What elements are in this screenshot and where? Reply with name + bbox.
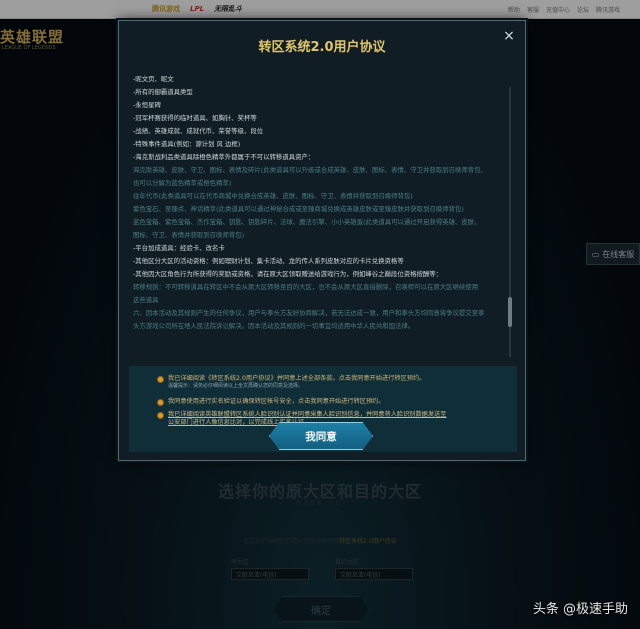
agreement-line: -永恒星碑 [133,101,161,109]
consent-label: 我同意使用进行实名验证以确保转区帐号安全，点击我同意开始进行转区预约。 [168,398,385,405]
agreement-line: 图标、守卫、表情并获取到召唤师背包) [133,231,245,239]
agreement-line: 这些道具 [133,296,159,304]
agree-button[interactable]: 我同意 [269,422,373,450]
consent-label: 我已详细阅读《转区系统2.0用户协议》并同意上述全部条款。点击我同意开始进行转区… [168,375,426,382]
agreement-line: -其他因大区角色行为所获得的奖励或资格，请在原大区领取赠送给游戏行为，例如峰谷之… [133,270,443,278]
checked-radio-icon [157,376,164,383]
consent-label: 我已详细阅读英雄联盟转区系统人脸识别认证并同意采集人脸识别信息，并同意将人脸识别… [168,411,447,418]
agreement-line: 六、因本活动及其规则产生的任何争议，用户与拳头方友好协商解决，若无法达成一致，用… [133,309,485,317]
agreement-line: 紫色宝石、至臻点、神话精萃(此类道具可以通过神秘合成或至臻商城兑换成英雄皮肤或至… [133,205,464,213]
checked-radio-icon [157,399,164,406]
agreement-line: -海克斯战利品类道具除橙色精萃外都属于不可以转移道具资产： [133,153,315,161]
agreement-line: 转移规则：不可转移道具在转区中不会从原大区转移至目的大区，也不会从原大区直接删除… [133,283,479,291]
consent-checkbox-agreement[interactable]: 我已详细阅读《转区系统2.0用户协议》并同意上述全部条款。点击我同意开始进行转区… [157,375,477,390]
consent-hint: 温馨提示：请务必仔细阅读以上全文再确认您的同意及选择。 [168,383,304,389]
agreement-line: 往年代币(此类道具可以在代币商城中兑换合成英雄、皮肤、图标、守卫、表情并获取到召… [133,192,413,200]
agreement-line: -其他区分大区的活动资格：例如理财计划、集卡活动、龙的传人系列皮肤对应的卡片兑换… [133,257,404,265]
scrollbar-thumb[interactable] [508,297,512,327]
agreement-line: 也可以分解为蓝色精萃或橙色精萃) [133,179,232,187]
modal-header: 转区系统2.0用户协议 [119,21,525,69]
close-button[interactable]: × [501,28,517,44]
agreement-line: 海克斯英雄、皮肤、守卫、图标、表情及碎片(此类道具可以升级或合成英雄、皮肤、图标… [133,166,487,174]
agreement-line: -战绩、英雄成就、成就代币、荣誉等级、段位 [133,127,264,135]
agreement-line: -特殊事件道具(例如：源计划 风 边框) [133,140,241,148]
close-icon: × [503,28,515,44]
agreement-modal: 转区系统2.0用户协议 × -昵文页、昵文 -所有的御霸道具类型 -永恒星碑 -冠军杯… [118,20,526,461]
agreement-line: -冠军杯赛获得的临时道具、如胸针、奖杯等 [133,114,257,122]
agreement-line: 头方游戏公司所在地人民法院诉讼解决。因本活动及其规则的一切事宜均适用中华人民共和… [133,322,415,330]
watermark: 头条 @极速手助 [532,602,628,617]
agreement-line: -平台加成道具：经验卡、改名卡 [133,244,225,252]
agreement-line: 蓝色宝箱、紫色宝箱、杰作宝箱、钥匙、钥匙碎片、法球、魔法引擎、小小英雄蛋(此类道… [133,218,481,226]
modal-title: 转区系统2.0用户协议 [258,39,386,55]
agreement-line: -所有的御霸道具类型 [133,88,193,96]
agreement-line: -昵文页、昵文 [133,75,174,83]
consent-checkbox-realname[interactable]: 我同意使用进行实名验证以确保转区帐号安全，点击我同意开始进行转区预约。 [157,398,477,406]
checked-radio-icon [157,412,164,419]
agreement-text[interactable]: -昵文页、昵文 -所有的御霸道具类型 -永恒星碑 -冠军杯赛获得的临时道具、如胸针、奖… [133,73,513,361]
